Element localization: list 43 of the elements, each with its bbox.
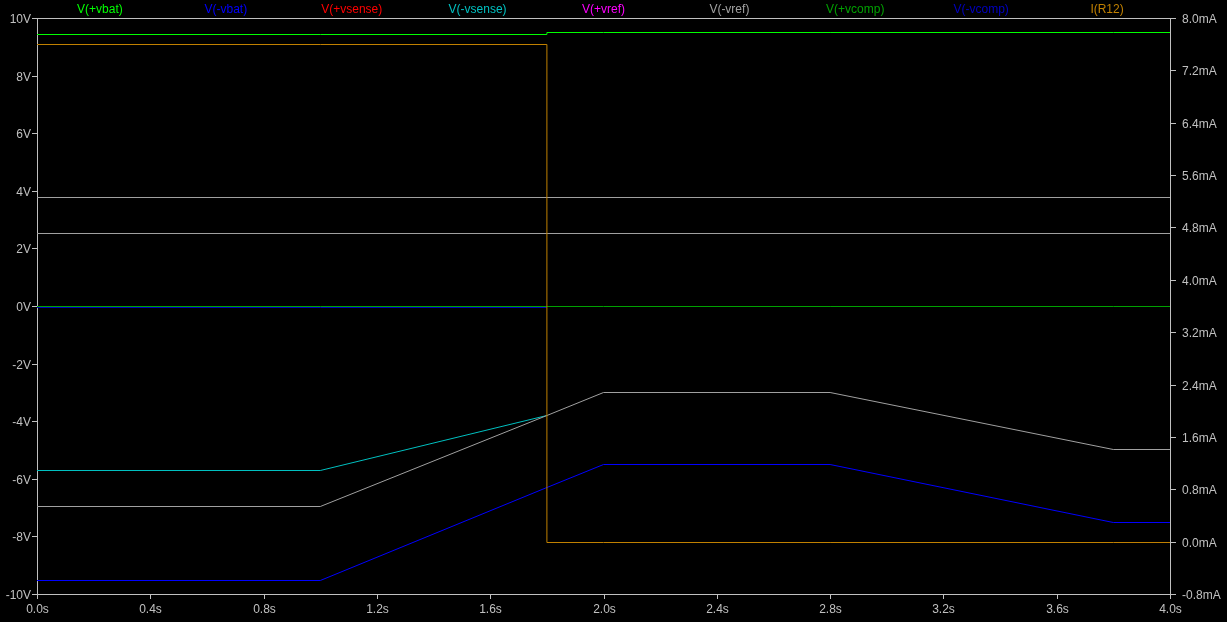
x-axis-label: 0.0s xyxy=(26,602,49,616)
y-axis-label: -10V xyxy=(5,587,31,602)
y2-axis-label: 0.0mA xyxy=(1182,535,1217,550)
trace-legend-label: I(R12) xyxy=(1090,2,1124,16)
y-axis-label: 0V xyxy=(16,299,31,314)
trace-legend-label: V(-vcomp) xyxy=(953,2,1009,16)
x-axis-label: 4.0s xyxy=(1159,602,1182,616)
y-axis-label: 4V xyxy=(16,184,31,199)
y2-axis-label: 2.4mA xyxy=(1182,378,1217,393)
y-axis-label: 8V xyxy=(16,69,31,84)
y-axis-label: 6V xyxy=(16,126,31,141)
trace-legend-label: V(+vcomp) xyxy=(826,2,885,16)
y2-axis-label: 1.6mA xyxy=(1182,430,1217,445)
y2-axis-label: -0.8mA xyxy=(1182,587,1221,602)
x-axis-label: 1.6s xyxy=(479,602,502,616)
y-axis-label: -8V xyxy=(12,529,31,544)
y-axis-label: -6V xyxy=(12,472,31,487)
y2-axis-label: 4.0mA xyxy=(1182,273,1217,288)
x-axis-label: 3.6s xyxy=(1046,602,1069,616)
x-axis-label: 0.8s xyxy=(253,602,276,616)
x-axis-label: 1.2s xyxy=(366,602,389,616)
y2-axis-label: 5.6mA xyxy=(1182,168,1217,183)
x-axis-label: 3.2s xyxy=(932,602,955,616)
y2-axis-label: 8.0mA xyxy=(1182,11,1217,26)
y2-axis-label: 6.4mA xyxy=(1182,116,1217,131)
x-axis-label: 2.0s xyxy=(593,602,616,616)
y2-axis-label: 0.8mA xyxy=(1182,482,1217,497)
x-axis-label: 2.4s xyxy=(706,602,729,616)
x-axis-label: 0.4s xyxy=(139,602,162,616)
y-axis-label: -4V xyxy=(12,414,31,429)
trace-legend-label: V(-vref) xyxy=(709,2,750,16)
y-axis-label: -2V xyxy=(12,357,31,372)
x-axis-label: 2.8s xyxy=(819,602,842,616)
trace-legend-label: V(-vsense) xyxy=(448,2,507,16)
trace-legend-label: V(+vbat) xyxy=(77,2,123,16)
y2-axis-label: 7.2mA xyxy=(1182,63,1217,78)
trace-legend-label: V(+vsense) xyxy=(321,2,383,16)
y2-axis-label: 3.2mA xyxy=(1182,325,1217,340)
y-axis-label: 2V xyxy=(16,241,31,256)
trace-legend-label: V(-vbat) xyxy=(204,2,248,16)
trace-legend-label: V(+vref) xyxy=(582,2,625,16)
y2-axis-label: 4.8mA xyxy=(1182,220,1217,235)
y-axis-label: 10V xyxy=(9,11,31,26)
